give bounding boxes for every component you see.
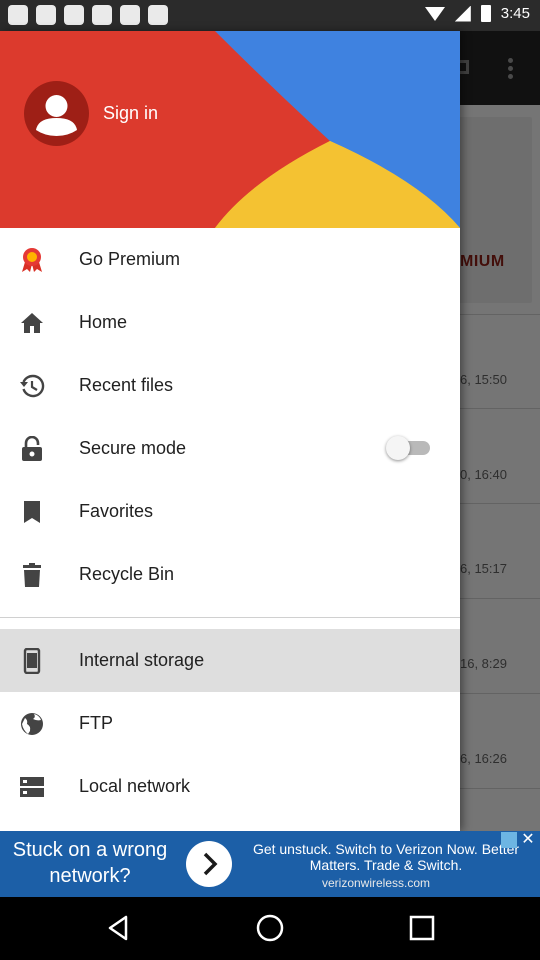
clock: 3:45 <box>500 5 530 22</box>
home-icon <box>21 313 43 333</box>
menu-divider <box>0 617 460 618</box>
history-icon <box>20 374 45 398</box>
menu-item-label: Recent files <box>79 375 174 395</box>
ad-headline: Stuck on a wrong network? <box>12 839 168 887</box>
ad-domain: verizonwireless.com <box>322 876 431 890</box>
navigation-drawer: Sign in Go Premium Home Recent files Sec… <box>0 31 460 831</box>
ad-body: Get unstuck. Switch to Verizon Now. Bett… <box>252 841 520 873</box>
app-icon <box>36 5 56 25</box>
menu-item-label: Home <box>79 312 128 332</box>
app-icon <box>148 5 168 25</box>
menu-item-label: Recycle Bin <box>79 564 175 584</box>
bookmark-icon <box>24 501 40 523</box>
secure-mode-toggle[interactable] <box>386 436 432 460</box>
menu-item-local-network[interactable]: Local network <box>0 755 460 818</box>
award-icon <box>22 248 42 272</box>
server-icon <box>20 777 44 797</box>
drawer-menu: Go Premium Home Recent files Secure mode… <box>0 228 460 818</box>
menu-item-home[interactable]: Home <box>0 291 460 354</box>
account-icon <box>36 95 77 136</box>
ad-close-icon[interactable]: ✕ <box>519 832 537 848</box>
avatar[interactable] <box>24 81 89 146</box>
drawer-header: Sign in <box>0 31 460 228</box>
sign-in-link[interactable]: Sign in <box>103 103 158 124</box>
status-bar: 3:45 <box>0 0 540 31</box>
menu-item-label: FTP <box>79 713 113 733</box>
home-nav-icon[interactable] <box>255 913 285 943</box>
trash-icon <box>23 563 41 587</box>
toggle-thumb <box>386 436 410 460</box>
menu-item-secure-mode[interactable]: Secure mode <box>0 417 460 480</box>
recents-icon[interactable] <box>407 913 437 943</box>
menu-item-go-premium[interactable]: Go Premium <box>0 228 460 291</box>
chevron-right-icon <box>203 852 218 876</box>
ad-info-icon[interactable] <box>501 832 517 848</box>
back-icon[interactable] <box>104 913 134 943</box>
lock-icon <box>120 5 140 25</box>
menu-item-label: Secure mode <box>79 438 187 458</box>
phone-icon <box>23 648 41 674</box>
cat-icon <box>92 5 112 25</box>
menu-item-internal-storage[interactable]: Internal storage <box>0 629 460 692</box>
notification-icons <box>8 5 168 25</box>
globe-icon <box>21 713 43 735</box>
menu-item-favorites[interactable]: Favorites <box>0 480 460 543</box>
menu-item-ftp[interactable]: FTP <box>0 692 460 755</box>
app-icon <box>64 5 84 25</box>
scrim[interactable] <box>460 31 540 831</box>
ad-arrow-button[interactable] <box>186 841 232 887</box>
wifi-icon <box>424 6 445 21</box>
menu-item-recycle-bin[interactable]: Recycle Bin <box>0 543 460 606</box>
app-icon <box>8 5 28 25</box>
ad-banner[interactable]: Stuck on a wrong network? Get unstuck. S… <box>0 831 540 897</box>
menu-item-label: Local network <box>79 776 191 796</box>
navigation-bar <box>0 897 540 960</box>
menu-item-label: Internal storage <box>79 650 205 670</box>
signal-icon <box>454 5 471 22</box>
battery-icon <box>480 5 491 22</box>
menu-item-label: Go Premium <box>79 249 181 269</box>
lock-icon <box>22 436 42 461</box>
menu-item-label: Favorites <box>79 501 154 521</box>
menu-item-recent-files[interactable]: Recent files <box>0 354 460 417</box>
